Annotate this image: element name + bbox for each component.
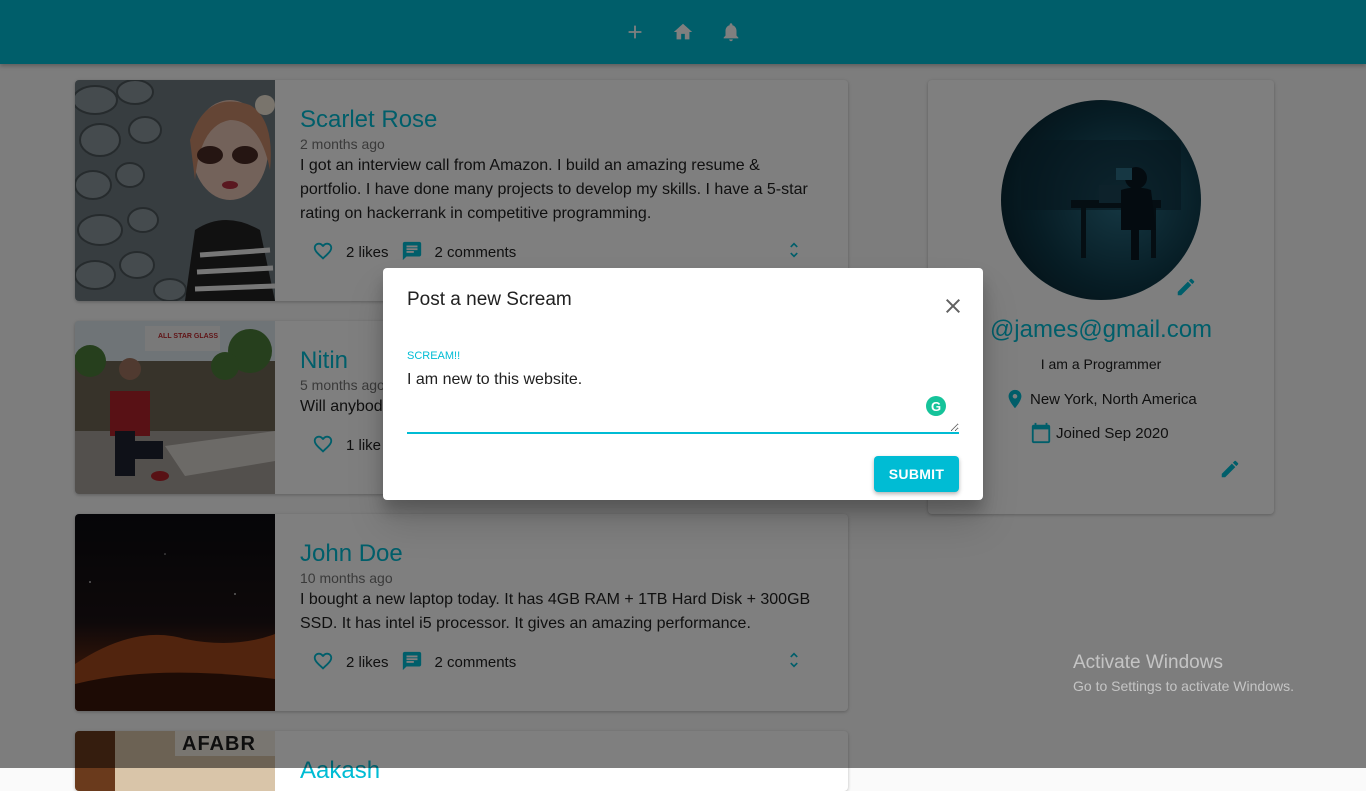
grammarly-icon[interactable]: G <box>926 396 946 416</box>
scream-field-label: SCREAM!! <box>407 350 461 362</box>
submit-button[interactable]: SUBMIT <box>874 456 959 492</box>
watermark-subtitle: Go to Settings to activate Windows. <box>1073 678 1294 694</box>
close-icon[interactable] <box>941 294 965 318</box>
watermark-title: Activate Windows <box>1073 652 1223 673</box>
scream-input[interactable]: I am new to this website. <box>407 368 959 434</box>
dialog-title: Post a new Scream <box>407 289 572 310</box>
post-scream-dialog: Post a new Scream SCREAM!! I am new to t… <box>383 268 983 500</box>
activation-watermark: Activate Windows Go to Settings to activ… <box>1073 652 1294 694</box>
